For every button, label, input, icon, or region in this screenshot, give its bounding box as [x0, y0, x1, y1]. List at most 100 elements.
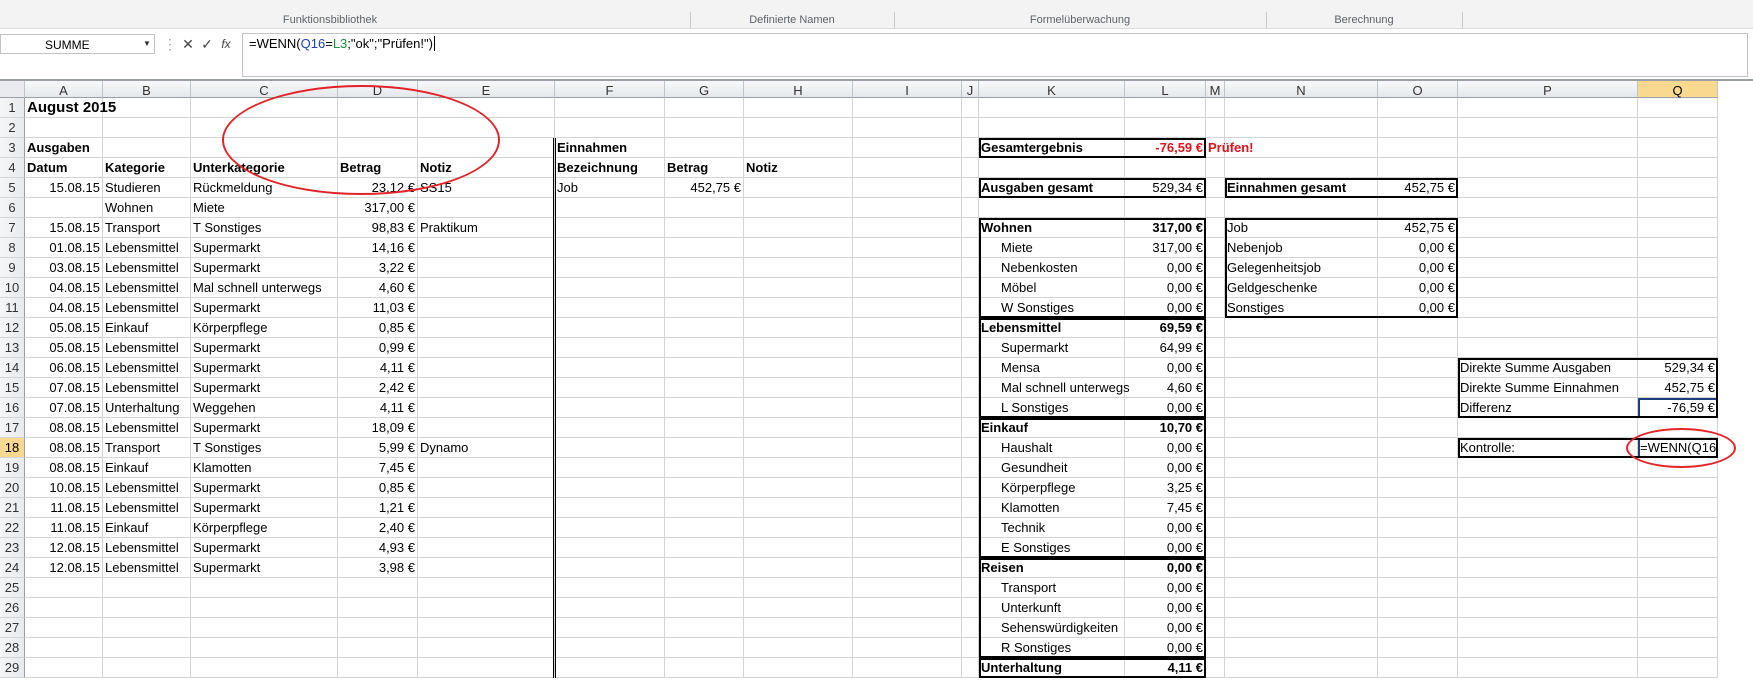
check-value[interactable]: 529,34 €: [1638, 358, 1718, 378]
row-header-25[interactable]: 25: [0, 578, 25, 598]
cell[interactable]: [1638, 258, 1718, 278]
cell[interactable]: [665, 598, 744, 618]
column-label[interactable]: Kategorie: [103, 158, 191, 178]
row-header-17[interactable]: 17: [0, 418, 25, 438]
date-cell[interactable]: 08.08.15: [25, 418, 103, 438]
text-cell[interactable]: Einkauf: [103, 518, 191, 538]
text-cell[interactable]: Weggehen: [191, 398, 338, 418]
cell[interactable]: [1225, 158, 1378, 178]
cell[interactable]: [1206, 98, 1225, 118]
cell[interactable]: [665, 578, 744, 598]
text-cell[interactable]: [418, 378, 555, 398]
cell[interactable]: [744, 478, 853, 498]
name-box[interactable]: SUMME: [0, 34, 155, 54]
cell[interactable]: [191, 138, 338, 158]
cell[interactable]: [1638, 238, 1718, 258]
column-label[interactable]: Notiz: [744, 158, 853, 178]
cell[interactable]: [555, 658, 665, 678]
cell[interactable]: [962, 538, 979, 558]
date-cell[interactable]: 11.08.15: [25, 498, 103, 518]
cell[interactable]: [1378, 438, 1458, 458]
cell[interactable]: [744, 638, 853, 658]
category-label[interactable]: L Sonstiges: [979, 398, 1125, 418]
column-header-i[interactable]: I: [853, 81, 962, 98]
cell[interactable]: [744, 438, 853, 458]
cell[interactable]: [853, 618, 962, 638]
cell[interactable]: [1458, 178, 1638, 198]
cell[interactable]: [1638, 118, 1718, 138]
income-source-label[interactable]: Gelegenheitsjob: [1225, 258, 1378, 278]
cell[interactable]: [853, 578, 962, 598]
amount-cell[interactable]: 23,12 €: [338, 178, 418, 198]
text-cell[interactable]: Lebensmittel: [103, 478, 191, 498]
cell[interactable]: [744, 358, 853, 378]
date-cell[interactable]: 06.08.15: [25, 358, 103, 378]
cell[interactable]: [1458, 418, 1638, 438]
cell[interactable]: [1206, 278, 1225, 298]
cell[interactable]: [1206, 418, 1225, 438]
income-source-value[interactable]: 452,75 €: [1378, 218, 1458, 238]
text-cell[interactable]: Studieren: [103, 178, 191, 198]
cell[interactable]: [744, 98, 853, 118]
cell[interactable]: [962, 518, 979, 538]
income-source-value[interactable]: 0,00 €: [1378, 258, 1458, 278]
cell[interactable]: [853, 558, 962, 578]
row-header-11[interactable]: 11: [0, 298, 25, 318]
text-cell[interactable]: Einkauf: [103, 318, 191, 338]
cell[interactable]: [744, 458, 853, 478]
income-source-label[interactable]: Job: [1225, 218, 1378, 238]
category-label[interactable]: Klamotten: [979, 498, 1125, 518]
cell[interactable]: [1206, 498, 1225, 518]
cell[interactable]: [665, 118, 744, 138]
amount-cell[interactable]: 2,42 €: [338, 378, 418, 398]
cell[interactable]: [1638, 298, 1718, 318]
cell[interactable]: [1206, 578, 1225, 598]
cell[interactable]: [191, 98, 338, 118]
category-label[interactable]: Mal schnell unterwegs: [979, 378, 1130, 398]
cell[interactable]: [1206, 218, 1225, 238]
cell[interactable]: [555, 518, 665, 538]
kontrolle-active-cell[interactable]: =WENN(Q16: [1638, 438, 1718, 458]
cell[interactable]: [853, 378, 962, 398]
cell[interactable]: [962, 218, 979, 238]
cell[interactable]: [744, 118, 853, 138]
cell[interactable]: [555, 338, 665, 358]
category-label[interactable]: Haushalt: [979, 438, 1125, 458]
cell[interactable]: [962, 118, 979, 138]
amount-cell[interactable]: 452,75 €: [665, 178, 744, 198]
cell[interactable]: [1225, 378, 1378, 398]
text-cell[interactable]: Lebensmittel: [103, 418, 191, 438]
date-cell[interactable]: 12.08.15: [25, 538, 103, 558]
gesamtergebnis-check[interactable]: Prüfen!: [1206, 138, 1254, 158]
cell[interactable]: [962, 598, 979, 618]
cell[interactable]: [103, 98, 191, 118]
text-cell[interactable]: Lebensmittel: [103, 358, 191, 378]
cell[interactable]: [1125, 98, 1206, 118]
cell[interactable]: [1225, 398, 1378, 418]
cell[interactable]: [1638, 618, 1718, 638]
cell[interactable]: [1378, 138, 1458, 158]
text-cell[interactable]: Klamotten: [191, 458, 338, 478]
cell[interactable]: [1378, 358, 1458, 378]
row-header-10[interactable]: 10: [0, 278, 25, 298]
cell[interactable]: [853, 158, 962, 178]
cell[interactable]: [1225, 618, 1378, 638]
cell[interactable]: [1458, 298, 1638, 318]
cell[interactable]: [665, 438, 744, 458]
cell[interactable]: [1225, 358, 1378, 378]
cell[interactable]: [418, 598, 555, 618]
text-cell[interactable]: Lebensmittel: [103, 558, 191, 578]
cell[interactable]: [338, 658, 418, 678]
cell[interactable]: [1458, 98, 1638, 118]
cell[interactable]: [103, 658, 191, 678]
row-header-2[interactable]: 2: [0, 118, 25, 138]
cell[interactable]: [555, 318, 665, 338]
text-cell[interactable]: [418, 358, 555, 378]
cell[interactable]: [555, 638, 665, 658]
cell[interactable]: [338, 618, 418, 638]
cell[interactable]: [853, 278, 962, 298]
cell[interactable]: [555, 98, 665, 118]
cell[interactable]: [418, 618, 555, 638]
cell[interactable]: [555, 118, 665, 138]
category-value[interactable]: 317,00 €: [1125, 218, 1206, 238]
